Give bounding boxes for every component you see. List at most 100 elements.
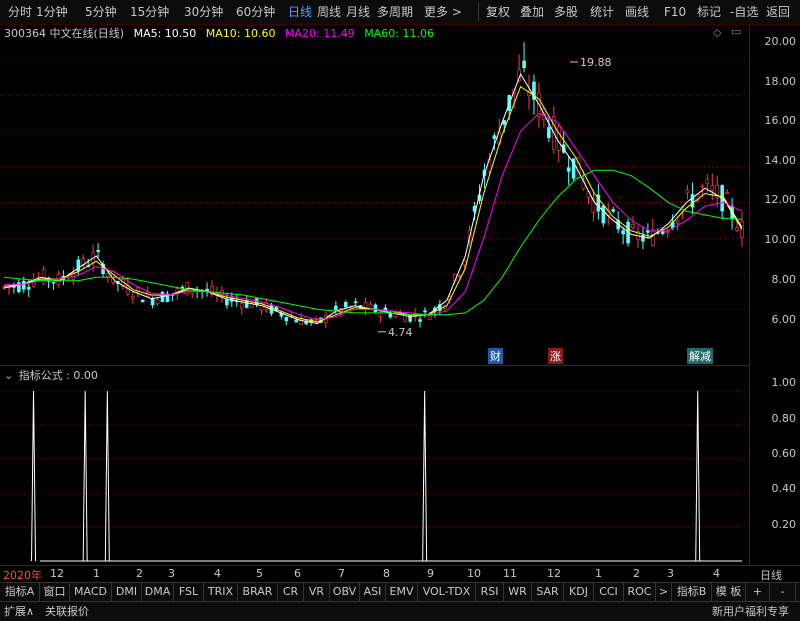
tab-cci[interactable]: CCI (594, 583, 624, 601)
ma10-line (3, 85, 743, 323)
news-tag-jiejian[interactable]: 解减 (687, 348, 713, 364)
tab-kdj[interactable]: KDJ (564, 583, 594, 601)
period-tab-5min[interactable]: 5分钟 (85, 3, 117, 21)
candle-body (675, 220, 680, 224)
indicator-spike (82, 390, 88, 562)
tab-rsi[interactable]: RSI (476, 583, 504, 601)
candle-body (22, 280, 26, 290)
back-button[interactable]: 返回 (766, 3, 790, 21)
indicator-spike (695, 390, 701, 562)
statistics-button[interactable]: 统计 (590, 3, 614, 21)
period-tab-more[interactable]: 更多 > (424, 3, 462, 21)
tab-sar[interactable]: SAR (532, 583, 564, 601)
indicator-tick: 0.40 (771, 482, 797, 495)
f10-button[interactable]: F10 (664, 3, 686, 21)
tab-vol-tdx[interactable]: VOL-TDX (418, 583, 476, 601)
date-label: 1 (93, 567, 100, 580)
date-label: 12 (50, 567, 64, 580)
news-tag-zhang[interactable]: 涨 (548, 348, 563, 364)
tab-cr[interactable]: CR (278, 583, 304, 601)
date-label: 4 (713, 567, 720, 580)
price-plot: 19.88 4.74 (0, 42, 748, 339)
candle-body (51, 281, 56, 284)
tab-brar[interactable]: BRAR (238, 583, 278, 601)
candle-body (76, 259, 81, 272)
tab-trix[interactable]: TRIX (204, 583, 238, 601)
date-label-year: 2020年 (3, 569, 42, 582)
period-indicator[interactable]: 日线 (760, 567, 782, 583)
multi-stock-button[interactable]: 多股 (554, 3, 578, 21)
tab-more-arrow[interactable]: > (656, 583, 672, 601)
candle-body (547, 127, 551, 138)
period-tab-15min[interactable]: 15分钟 (130, 3, 169, 21)
tab-window[interactable]: 窗口 (40, 583, 70, 601)
indicator-panel[interactable]: ⌄ 指标公式 : 0.00 (0, 365, 750, 565)
candle-body (651, 229, 655, 246)
price-tick: 8.00 (771, 273, 797, 286)
tab-dma[interactable]: DMA (142, 583, 174, 601)
period-tab-1min[interactable]: 1分钟 (36, 3, 68, 21)
expand-button[interactable]: 扩展∧ (4, 603, 34, 620)
low-price-label: 4.74 (388, 326, 413, 339)
date-label: 2 (136, 567, 143, 580)
related-quotes-button[interactable]: 关联报价 (45, 603, 89, 620)
tab-macd[interactable]: MACD (70, 583, 112, 601)
restore-rights-button[interactable]: 复权 (486, 3, 510, 21)
ma5-line (3, 72, 743, 325)
candle-body (611, 209, 616, 212)
date-label: 7 (338, 567, 345, 580)
zoom-in-button[interactable]: + (746, 583, 770, 601)
price-axis: 20.00 18.00 16.00 14.00 12.00 10.00 8.00… (750, 25, 800, 365)
date-label: 3 (667, 567, 674, 580)
period-tab-multi[interactable]: 多周期 (377, 3, 413, 21)
zoom-out-button[interactable]: - (770, 583, 796, 601)
period-tab-30min[interactable]: 30分钟 (184, 3, 223, 21)
candle-body (140, 299, 145, 303)
tab-indicator-b[interactable]: 指标B (672, 583, 712, 601)
draw-line-button[interactable]: 画线 (625, 3, 649, 21)
candle-body (665, 231, 670, 234)
indicator-tick: 0.20 (771, 518, 797, 531)
price-chart-panel[interactable]: 300364 中文在线(日线) MA5: 10.50 MA10: 10.60 M… (0, 25, 750, 365)
indicator-tick: 1.00 (771, 376, 797, 389)
period-tab-month[interactable]: 月线 (346, 3, 370, 21)
candle-body (522, 60, 526, 69)
overlay-button[interactable]: 叠加 (520, 3, 544, 21)
indicator-spike (31, 390, 37, 562)
candle-body (155, 299, 160, 305)
price-tick: 18.00 (764, 75, 797, 88)
tab-roc[interactable]: ROC (624, 583, 656, 601)
indicator-tick: 0.80 (771, 412, 797, 425)
period-tab-day[interactable]: 日线 (288, 3, 312, 21)
price-tick: 16.00 (764, 114, 797, 127)
candle-body (690, 194, 695, 208)
new-user-promo-link[interactable]: 新用户福利专享 (712, 603, 789, 620)
tab-fsl[interactable]: FSL (174, 583, 204, 601)
mark-button[interactable]: 标记 (697, 3, 721, 21)
indicator-axis: 1.00 0.80 0.60 0.40 0.20 (750, 365, 800, 565)
period-tab-fenshi[interactable]: 分时 (8, 3, 32, 21)
news-tag-cai[interactable]: 财 (488, 348, 503, 364)
tab-template[interactable]: 模 板 (712, 583, 746, 601)
tab-emv[interactable]: EMV (386, 583, 418, 601)
candle-body (373, 304, 378, 313)
status-bar: 扩展∧ 关联报价 新用户福利专享 (0, 601, 800, 621)
tab-vr[interactable]: VR (304, 583, 330, 601)
price-tick: 12.00 (764, 193, 797, 206)
price-tick: 14.00 (764, 154, 797, 167)
period-tab-60min[interactable]: 60分钟 (236, 3, 275, 21)
candle-body (631, 223, 635, 228)
date-label: 11 (503, 567, 517, 580)
candle-body (294, 319, 299, 323)
tab-asi[interactable]: ASI (360, 583, 386, 601)
candle-body (239, 303, 244, 309)
date-label: 4 (214, 567, 221, 580)
candle-body (403, 315, 407, 322)
date-label: 9 (427, 567, 434, 580)
tab-indicator-a[interactable]: 指标A (0, 583, 40, 601)
tab-wr[interactable]: WR (504, 583, 532, 601)
tab-obv[interactable]: OBV (330, 583, 360, 601)
period-tab-week[interactable]: 周线 (317, 3, 341, 21)
tab-dmi[interactable]: DMI (112, 583, 142, 601)
remove-watchlist-button[interactable]: -自选 (730, 3, 758, 21)
